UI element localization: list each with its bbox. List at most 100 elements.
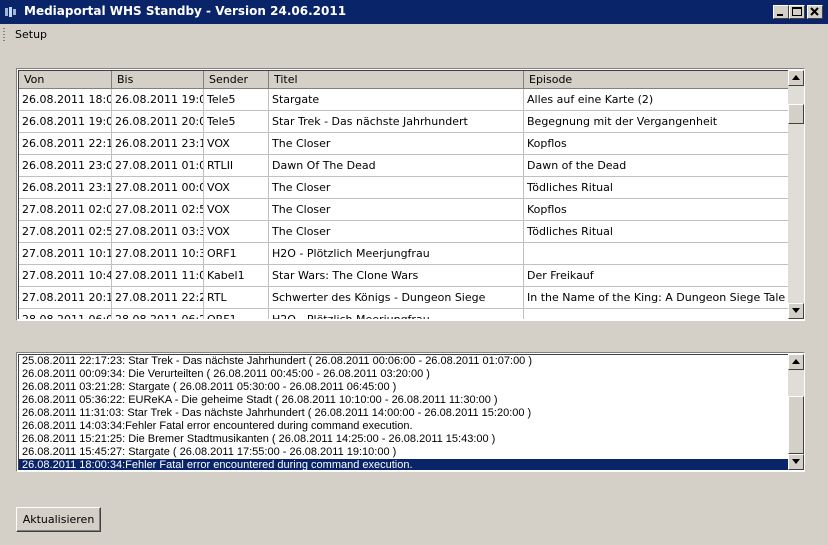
table-cell: 26.08.2011 23:10 <box>112 133 204 155</box>
table-row[interactable]: 27.08.2011 10:10 27.08.2011 10:35 ORF1 H2O … <box>19 243 790 265</box>
table-row[interactable]: 26.08.2011 23:00 27.08.2011 01:05 RTLII Daw… <box>19 155 790 177</box>
table-cell: 27.08.2011 22:25 <box>112 287 204 309</box>
table-cell: The Closer <box>269 199 524 221</box>
table-cell: 27.08.2011 02:50 <box>19 221 112 243</box>
arrow-up-icon <box>792 359 800 364</box>
table-cell: 27.08.2011 01:05 <box>112 155 204 177</box>
table-cell: 26.08.2011 19:00 <box>112 89 204 111</box>
table-cell: Dawn Of The Dead <box>269 155 524 177</box>
column-header-titel[interactable]: Titel <box>269 71 524 89</box>
table-cell: 27.08.2011 02:50 <box>112 199 204 221</box>
table-cell <box>524 309 790 319</box>
log-list[interactable]: 25.08.2011 22:17:23: Star Trek - Das näc… <box>16 352 805 472</box>
table-cell: Schwerter des Königs - Dungeon Siege <box>269 287 524 309</box>
menu-bar: Setup <box>0 24 828 46</box>
table-cell: RTL <box>204 287 269 309</box>
table-cell: H2O - Plötzlich Meerjungfrau <box>269 309 524 319</box>
column-header-bis[interactable]: Bis <box>112 71 204 89</box>
app-icon <box>5 7 16 17</box>
table-cell: The Closer <box>269 133 524 155</box>
log-item[interactable]: 26.08.2011 14:03:34:Fehler Fatal error e… <box>19 420 789 433</box>
table-cell: 27.08.2011 10:35 <box>112 243 204 265</box>
table-row[interactable]: 27.08.2011 02:00 27.08.2011 02:50 VOX The C… <box>19 199 790 221</box>
table-cell: 26.08.2011 22:10 <box>19 133 112 155</box>
table-cell: 27.08.2011 03:35 <box>112 221 204 243</box>
log-item[interactable]: 26.08.2011 18:00:34:Fehler Fatal error e… <box>19 459 789 470</box>
table-cell: 26.08.2011 23:00 <box>19 155 112 177</box>
table-cell: Kabel1 <box>204 265 269 287</box>
maximize-button[interactable] <box>789 5 805 19</box>
log-item[interactable]: 25.08.2011 22:17:23: Star Trek - Das näc… <box>19 355 789 368</box>
schedule-table[interactable]: Von Bis Sender Titel Episode 26.08.2011 … <box>16 68 805 321</box>
table-cell: Tele5 <box>204 111 269 133</box>
table-cell: Kopflos <box>524 199 790 221</box>
table-cell: VOX <box>204 133 269 155</box>
log-item[interactable]: 26.08.2011 00:09:34: Die Verurteilten ( … <box>19 368 789 381</box>
table-cell: Alles auf eine Karte (2) <box>524 89 790 111</box>
table-cell: 26.08.2011 19:00 <box>19 111 112 133</box>
minimize-icon <box>777 14 783 16</box>
scroll-down-button[interactable] <box>788 303 804 319</box>
table-cell: Star Wars: The Clone Wars <box>269 265 524 287</box>
table-cell: 27.08.2011 00:05 <box>112 177 204 199</box>
log-item[interactable]: 26.08.2011 11:31:03: Star Trek - Das näc… <box>19 407 789 420</box>
log-scroll-down-button[interactable] <box>788 454 804 470</box>
table-cell: 26.08.2011 18:05 <box>19 89 112 111</box>
table-cell: ORF1 <box>204 309 269 319</box>
table-cell: Tödliches Ritual <box>524 221 790 243</box>
refresh-button[interactable]: Aktualisieren <box>16 507 101 532</box>
table-cell: H2O - Plötzlich Meerjungfrau <box>269 243 524 265</box>
table-row[interactable]: 27.08.2011 20:15 27.08.2011 22:25 RTL Schwe… <box>19 287 790 309</box>
column-header-sender[interactable]: Sender <box>204 71 269 89</box>
table-cell: Tödliches Ritual <box>524 177 790 199</box>
log-item[interactable]: 26.08.2011 15:21:25: Die Bremer Stadtmus… <box>19 433 789 446</box>
close-button[interactable] <box>807 5 823 19</box>
table-cell: Kopflos <box>524 133 790 155</box>
table-row[interactable]: 26.08.2011 18:05 26.08.2011 19:00 Tele5 Sta… <box>19 89 790 111</box>
arrow-down-icon <box>792 459 800 464</box>
scroll-thumb[interactable] <box>788 104 804 124</box>
table-row[interactable]: 26.08.2011 22:10 26.08.2011 23:10 VOX The C… <box>19 133 790 155</box>
table-cell: Begegnung mit der Vergangenheit <box>524 111 790 133</box>
menu-setup[interactable]: Setup <box>15 28 47 41</box>
table-cell: VOX <box>204 177 269 199</box>
arrow-down-icon <box>792 308 800 313</box>
table-cell: In the Name of the King: A Dungeon Siege… <box>524 287 790 309</box>
log-scroll-up-button[interactable] <box>788 354 804 370</box>
table-cell: 27.08.2011 10:40 <box>19 265 112 287</box>
table-cell: 27.08.2011 10:10 <box>19 243 112 265</box>
table-row[interactable]: 26.08.2011 19:00 26.08.2011 20:00 Tele5 Sta… <box>19 111 790 133</box>
table-cell: 28.08.2011 06:25 <box>112 309 204 319</box>
table-cell: Der Freikauf <box>524 265 790 287</box>
table-cell: 27.08.2011 02:00 <box>19 199 112 221</box>
table-row[interactable]: 27.08.2011 10:40 27.08.2011 11:05 Kabel1 St… <box>19 265 790 287</box>
log-scrollbar[interactable] <box>788 354 804 470</box>
table-cell: 28.08.2011 06:00 <box>19 309 112 319</box>
table-cell: The Closer <box>269 221 524 243</box>
log-item[interactable]: 26.08.2011 03:21:28: Stargate ( 26.08.20… <box>19 381 789 394</box>
title-bar: Mediaportal WHS Standby - Version 24.06.… <box>0 0 828 24</box>
window-title: Mediaportal WHS Standby - Version 24.06.… <box>24 4 347 18</box>
minimize-button[interactable] <box>773 5 789 19</box>
close-icon <box>810 7 819 16</box>
table-cell: VOX <box>204 199 269 221</box>
table-row[interactable]: 28.08.2011 06:0028.08.2011 06:25ORF1H2O … <box>19 309 790 319</box>
scroll-up-button[interactable] <box>788 70 804 86</box>
table-row[interactable]: 26.08.2011 23:10 27.08.2011 00:05 VOX The C… <box>19 177 790 199</box>
table-cell: VOX <box>204 221 269 243</box>
column-header-episode[interactable]: Episode <box>524 71 790 89</box>
log-item[interactable]: 26.08.2011 05:36:22: EUReKA - Die geheim… <box>19 394 789 407</box>
table-cell: Dawn of the Dead <box>524 155 790 177</box>
table-cell: ORF1 <box>204 243 269 265</box>
maximize-icon <box>792 7 802 16</box>
column-header-von[interactable]: Von <box>19 71 112 89</box>
table-scrollbar[interactable] <box>788 70 804 319</box>
log-scroll-thumb[interactable] <box>788 396 804 454</box>
toolbar-grip <box>3 28 5 41</box>
log-item[interactable]: 26.08.2011 15:45:27: Stargate ( 26.08.20… <box>19 446 789 459</box>
table-header: Von Bis Sender Titel Episode <box>19 71 790 89</box>
table-cell: 26.08.2011 23:10 <box>19 177 112 199</box>
table-row[interactable]: 27.08.2011 02:50 27.08.2011 03:35 VOX The C… <box>19 221 790 243</box>
table-cell: RTLII <box>204 155 269 177</box>
table-cell: Stargate <box>269 89 524 111</box>
